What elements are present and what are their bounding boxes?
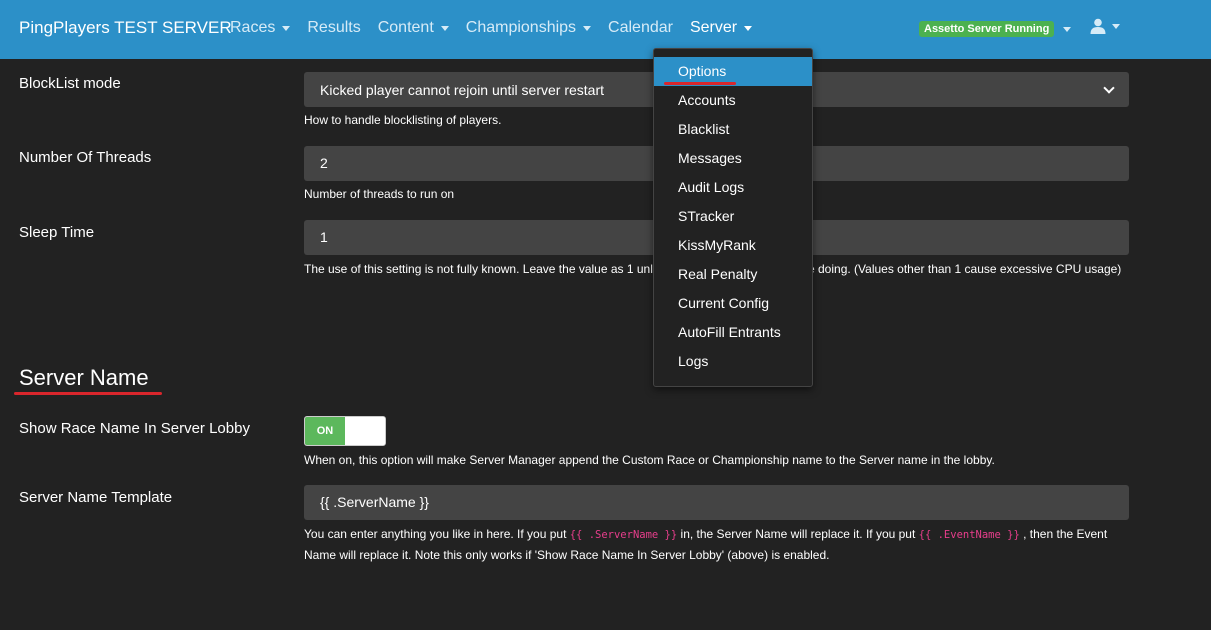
section-title-underline (14, 392, 162, 395)
nav-calendar[interactable]: Calendar (608, 19, 673, 37)
user-icon (1090, 18, 1106, 34)
sleep-time-help-right: e doing. (Values other than 1 cause exce… (808, 262, 1122, 276)
nav-results-label: Results (307, 19, 361, 36)
sleep-time-label: Sleep Time (19, 224, 95, 241)
caret-down-icon (282, 26, 291, 31)
threads-value: 2 (320, 155, 328, 171)
top-navbar: PingPlayers TEST SERVER Races Results Co… (0, 0, 1211, 59)
nav-championships-label: Championships (465, 19, 577, 36)
server-name-template-input[interactable]: {{ .ServerName }} (304, 485, 1129, 520)
server-name-template-value: {{ .ServerName }} (320, 494, 429, 510)
menu-item-messages[interactable]: Messages (654, 144, 812, 173)
caret-down-icon (583, 26, 592, 31)
menu-item-audit-logs[interactable]: Audit Logs (654, 173, 812, 202)
menu-item-real-penalty[interactable]: Real Penalty (654, 260, 812, 289)
server-name-template-help: You can enter anything you like in here.… (304, 524, 1129, 565)
menu-item-autofill-entrants[interactable]: AutoFill Entrants (654, 318, 812, 347)
show-race-name-toggle[interactable]: ON (304, 416, 386, 446)
brand-title[interactable]: PingPlayers TEST SERVER (19, 18, 232, 38)
menu-item-logs[interactable]: Logs (654, 347, 812, 376)
event-name-code: {{ .EventName }} (918, 529, 1020, 541)
nav-links: Races Results Content Championships Cale… (230, 19, 769, 37)
server-dropdown-menu: Options Accounts Blacklist Messages Audi… (653, 48, 813, 387)
blocklist-mode-label: BlockList mode (19, 75, 121, 92)
threads-label: Number Of Threads (19, 149, 152, 166)
nav-server[interactable]: Server (689, 19, 753, 37)
nav-championships[interactable]: Championships (465, 19, 592, 37)
threads-help: Number of threads to run on (304, 187, 455, 201)
toggle-knob (345, 417, 385, 445)
nav-calendar-label: Calendar (608, 19, 673, 36)
menu-item-blacklist[interactable]: Blacklist (654, 115, 812, 144)
menu-item-current-config[interactable]: Current Config (654, 289, 812, 318)
menu-item-accounts[interactable]: Accounts (654, 86, 812, 115)
user-menu[interactable] (1090, 18, 1120, 34)
server-status-dropdown[interactable]: Assetto Server Running (919, 21, 1072, 37)
menu-item-kissmyrank[interactable]: KissMyRank (654, 231, 812, 260)
caret-down-icon (1112, 24, 1120, 29)
toggle-on-label: ON (305, 417, 345, 445)
blocklist-mode-value: Kicked player cannot rejoin until server… (320, 81, 605, 98)
options-highlight-underline (664, 82, 736, 85)
server-name-template-label: Server Name Template (19, 489, 173, 506)
server-name-code: {{ .ServerName }} (569, 529, 678, 541)
menu-item-stracker[interactable]: STracker (654, 202, 812, 231)
chevron-down-icon (1103, 81, 1115, 94)
caret-down-icon (744, 26, 753, 31)
sleep-time-help-left: The use of this setting is not fully kno… (304, 262, 660, 276)
blocklist-mode-help: How to handle blocklisting of players. (304, 113, 502, 127)
nav-server-label: Server (689, 19, 738, 36)
sleep-time-value: 1 (320, 229, 328, 245)
server-name-section-title: Server Name (19, 365, 149, 390)
nav-results[interactable]: Results (307, 19, 360, 37)
nav-content-label: Content (377, 19, 434, 36)
server-status-badge: Assetto Server Running (919, 21, 1055, 37)
caret-down-icon (440, 26, 449, 31)
nav-races-label: Races (230, 19, 276, 36)
template-help-part-1: You can enter anything you like in here.… (304, 527, 570, 541)
nav-content[interactable]: Content (378, 19, 449, 37)
template-help-part-2: in, the Server Name will replace it. If … (677, 527, 919, 541)
show-race-name-help: When on, this option will make Server Ma… (304, 453, 995, 467)
nav-races[interactable]: Races (230, 19, 291, 37)
show-race-name-label: Show Race Name In Server Lobby (19, 420, 250, 437)
caret-down-icon (1063, 27, 1072, 32)
